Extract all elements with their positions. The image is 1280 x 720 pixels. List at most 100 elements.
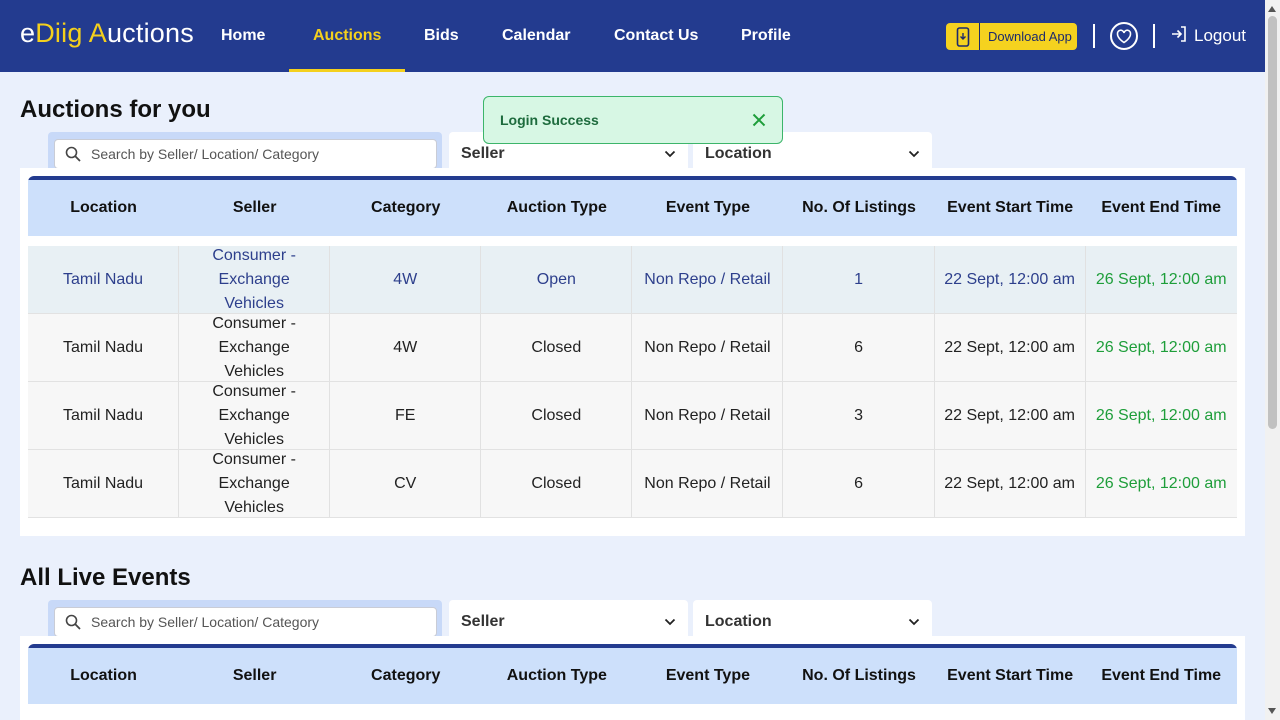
logout-label: Logout	[1194, 26, 1246, 45]
top-navbar: eDiig Auctions Home Auctions Bids Calend…	[0, 0, 1265, 72]
download-app-label: Download App	[988, 29, 1072, 44]
nav-home[interactable]: Home	[221, 0, 265, 72]
search-field[interactable]	[54, 139, 437, 169]
cell-event-type: Non Repo / Retail	[632, 450, 784, 517]
divider	[1153, 24, 1155, 48]
mobile-phone-icon	[946, 23, 980, 50]
cell-listings: 6	[783, 450, 935, 517]
search-input[interactable]	[91, 146, 421, 162]
cell-start-time: 22 Sept, 12:00 am	[935, 382, 1086, 449]
chevron-down-icon	[908, 613, 920, 631]
cell-auction-type: Open	[481, 246, 633, 313]
column-header[interactable]: No. Of Listings	[783, 200, 934, 216]
logout-button[interactable]: Logout	[1170, 24, 1246, 48]
column-header[interactable]: Event Start Time	[935, 200, 1086, 216]
nav-calendar[interactable]: Calendar	[502, 0, 570, 72]
column-header[interactable]: Auction Type	[481, 668, 632, 684]
live-events-table: Location Seller Category Auction Type Ev…	[28, 644, 1237, 704]
cell-event-type: Non Repo / Retail	[632, 382, 784, 449]
table-row[interactable]: Tamil Nadu Consumer - Exchange Vehicles …	[28, 450, 1237, 518]
cell-end-time: 26 Sept, 12:00 am	[1095, 474, 1227, 492]
cell-seller: Consumer - Exchange Vehicles	[179, 314, 331, 381]
cell-listings: 1	[783, 246, 935, 313]
nav-bids[interactable]: Bids	[424, 0, 459, 72]
nav-profile[interactable]: Profile	[741, 0, 791, 72]
cell-location: Tamil Nadu	[28, 450, 180, 517]
column-header[interactable]: Location	[28, 668, 179, 684]
divider	[1093, 24, 1095, 48]
column-header[interactable]: Seller	[179, 200, 330, 216]
chevron-down-icon	[908, 145, 920, 163]
column-header[interactable]: Event End Time	[1086, 200, 1237, 216]
auctions-table: Location Seller Category Auction Type Ev…	[28, 176, 1237, 518]
column-header[interactable]: Event Type	[632, 668, 783, 684]
cell-auction-type: Closed	[481, 314, 633, 381]
location-dropdown-label: Location	[705, 145, 772, 162]
logo-part: uctions	[106, 18, 194, 48]
table-header: Location Seller Category Auction Type Ev…	[28, 648, 1237, 704]
search-icon	[64, 145, 82, 163]
download-app-button[interactable]: Download App	[946, 23, 1077, 50]
cell-location: Tamil Nadu	[28, 382, 180, 449]
cell-category: CV	[330, 450, 482, 517]
cell-event-type: Non Repo / Retail	[632, 314, 784, 381]
scroll-thumb[interactable]	[1268, 16, 1277, 429]
cell-start-time: 22 Sept, 12:00 am	[935, 314, 1086, 381]
cell-start-time: 22 Sept, 12:00 am	[935, 246, 1086, 313]
cell-end-time: 26 Sept, 12:00 am	[1095, 338, 1227, 356]
table-header: Location Seller Category Auction Type Ev…	[28, 180, 1237, 236]
scroll-up-arrow-icon[interactable]	[1268, 6, 1276, 12]
seller-dropdown-label: Seller	[461, 613, 505, 630]
cell-location: Tamil Nadu	[28, 314, 180, 381]
logo-part: Diig	[35, 18, 89, 48]
search-field[interactable]	[54, 607, 437, 637]
cell-category: 4W	[330, 314, 482, 381]
nav-auctions[interactable]: Auctions	[288, 0, 407, 72]
nav-contact-us[interactable]: Contact Us	[614, 0, 698, 72]
column-header[interactable]: Event End Time	[1086, 668, 1237, 684]
column-header[interactable]: Seller	[179, 668, 330, 684]
table-row[interactable]: Tamil Nadu Consumer - Exchange Vehicles …	[28, 382, 1237, 450]
scroll-down-arrow-icon[interactable]	[1268, 708, 1276, 714]
table-row[interactable]: Tamil Nadu Consumer - Exchange Vehicles …	[28, 314, 1237, 382]
cell-category: FE	[330, 382, 482, 449]
cell-category: 4W	[330, 246, 482, 313]
chevron-down-icon	[664, 145, 676, 163]
cell-end-time: 26 Sept, 12:00 am	[1095, 270, 1227, 288]
logout-icon	[1170, 25, 1188, 48]
ediig-logo[interactable]: eDiig Auctions	[20, 18, 194, 49]
column-header[interactable]: Auction Type	[481, 200, 632, 216]
column-header[interactable]: Category	[330, 668, 481, 684]
cell-listings: 6	[783, 314, 935, 381]
close-icon[interactable]	[750, 111, 768, 129]
cell-seller: Consumer - Exchange Vehicles	[179, 450, 331, 517]
cell-location: Tamil Nadu	[28, 246, 180, 313]
section-title-auctions-for-you: Auctions for you	[20, 96, 211, 123]
column-header[interactable]: Event Start Time	[935, 668, 1086, 684]
cell-event-type: Non Repo / Retail	[632, 246, 784, 313]
cell-auction-type: Closed	[481, 382, 633, 449]
cell-seller: Consumer - Exchange Vehicles	[179, 382, 331, 449]
cell-listings: 3	[783, 382, 935, 449]
toast-message: Login Success	[500, 112, 599, 128]
column-header[interactable]: No. Of Listings	[783, 668, 934, 684]
cell-start-time: 22 Sept, 12:00 am	[935, 450, 1086, 517]
column-header[interactable]: Location	[28, 200, 179, 216]
location-dropdown-label: Location	[705, 613, 772, 630]
search-icon	[64, 613, 82, 631]
column-header[interactable]: Event Type	[632, 200, 783, 216]
cell-auction-type: Closed	[481, 450, 633, 517]
column-header[interactable]: Category	[330, 200, 481, 216]
section-title-all-live-events: All Live Events	[20, 564, 191, 591]
logo-part: e	[20, 18, 36, 48]
heart-icon[interactable]	[1110, 22, 1138, 50]
login-success-toast: Login Success	[483, 96, 783, 144]
page-scrollbar[interactable]	[1265, 0, 1280, 720]
cell-seller: Consumer - Exchange Vehicles	[179, 246, 331, 313]
logo-part: A	[88, 18, 107, 48]
cell-end-time: 26 Sept, 12:00 am	[1095, 406, 1227, 424]
search-input[interactable]	[91, 614, 421, 630]
seller-dropdown-label: Seller	[461, 145, 505, 162]
table-row[interactable]: Tamil Nadu Consumer - Exchange Vehicles …	[28, 246, 1237, 314]
chevron-down-icon	[664, 613, 676, 631]
